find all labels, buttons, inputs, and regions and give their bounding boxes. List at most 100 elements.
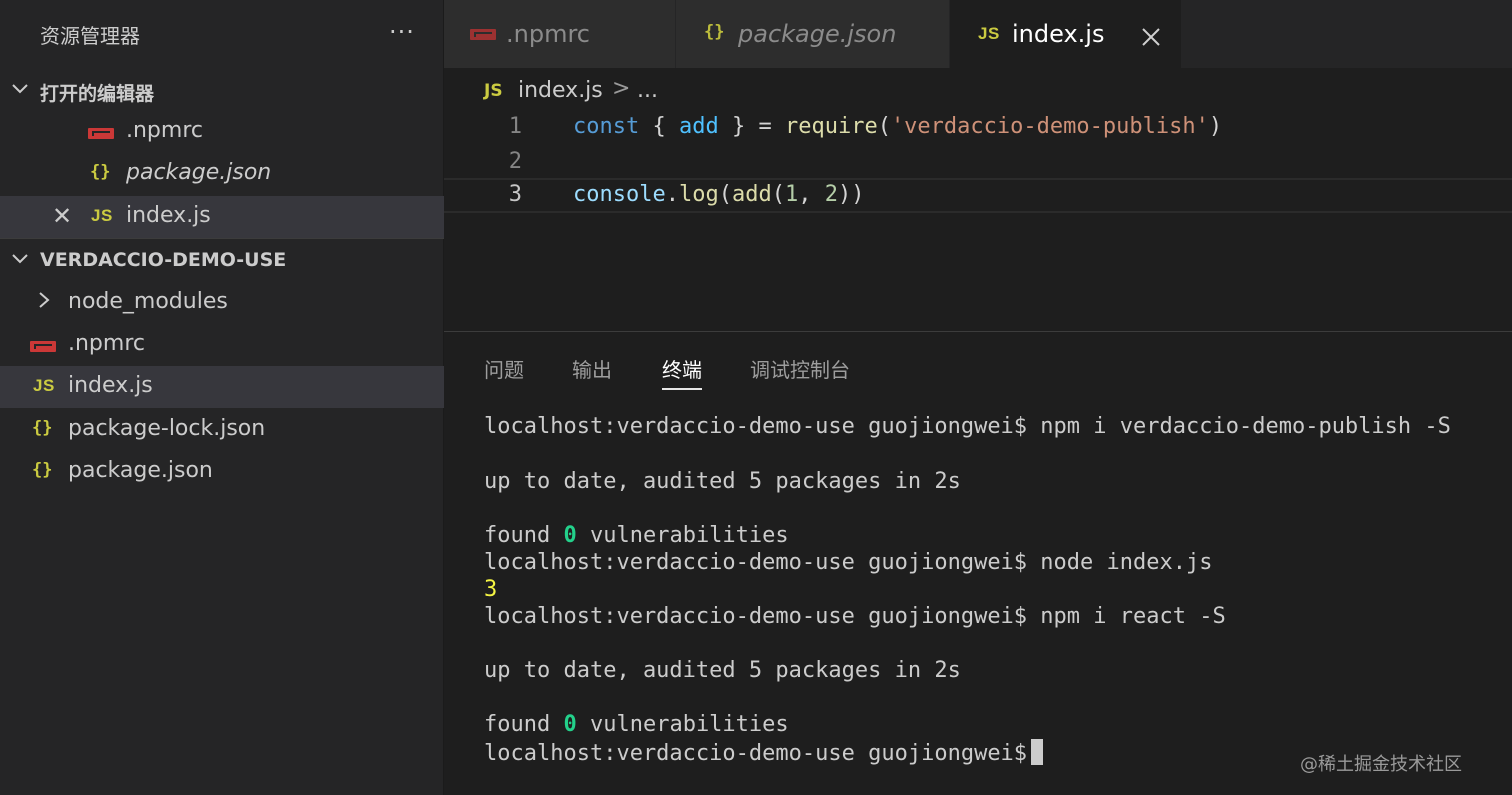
js-icon: JS [91, 206, 113, 225]
folder-label: node_modules [68, 289, 228, 314]
json-icon: {} [704, 22, 725, 42]
file-label: .npmrc [126, 118, 203, 143]
js-icon: JS [484, 81, 503, 101]
file-label: package.json [68, 458, 213, 483]
token-punct: ( [877, 114, 891, 139]
terminal-text: found [484, 523, 564, 548]
bottom-panel: 问题 输出 终端 调试控制台 localhost:verdaccio-demo-… [444, 331, 1512, 795]
npm-icon [88, 128, 114, 139]
close-icon[interactable] [1140, 16, 1162, 55]
json-icon: {} [32, 418, 53, 438]
token-punct: } = [718, 114, 785, 139]
tab-problems[interactable]: 问题 [484, 354, 524, 388]
token-punct: . [665, 182, 679, 207]
token-variable: add [678, 114, 719, 139]
editor-tab-bar: .npmrc {} package.json JS index.js [444, 0, 1512, 68]
tab-npmrc[interactable]: .npmrc [444, 0, 676, 68]
chevron-right-icon [36, 289, 52, 317]
tree-item-npmrc[interactable]: .npmrc [0, 324, 444, 366]
token-object: console [573, 182, 666, 207]
close-icon[interactable]: ✕ [52, 202, 72, 230]
npm-icon [30, 341, 56, 352]
token-punct: ( [771, 182, 785, 207]
token-keyword: const [573, 114, 640, 139]
npm-icon [470, 29, 496, 40]
breadcrumb-more[interactable]: ... [637, 78, 658, 103]
tree-item-node-modules[interactable]: node_modules [0, 282, 444, 324]
vscode-window: 资源管理器 ··· 打开的编辑器 .npmrc {} package.json … [0, 0, 1512, 795]
terminal-line: localhost:verdaccio-demo-use guojiongwei… [484, 414, 1451, 439]
token-function: log [678, 182, 719, 207]
chevron-down-icon [10, 248, 30, 273]
tab-package-json[interactable]: {} package.json [676, 0, 950, 68]
token-punct: ) [1208, 114, 1223, 139]
open-editor-item-npmrc[interactable]: .npmrc [0, 111, 444, 153]
file-label: .npmrc [68, 331, 145, 356]
token-function: add [731, 182, 772, 207]
js-icon: JS [33, 376, 55, 395]
code-editor[interactable]: JS index.js > ... 1 const { add } = requ… [444, 68, 1512, 331]
section-open-editors[interactable]: 打开的编辑器 [0, 70, 444, 110]
token-number: 2 [824, 182, 838, 207]
explorer-header: 资源管理器 ··· [0, 0, 444, 68]
terminal-text: vulnerabilities [576, 523, 789, 548]
chevron-down-icon [10, 78, 30, 103]
tab-label: .npmrc [506, 20, 590, 48]
file-label: index.js [126, 203, 211, 228]
code-line-1: 1 const { add } = require('verdaccio-dem… [444, 110, 1512, 145]
terminal-line: localhost:verdaccio-demo-use guojiongwei… [484, 604, 1226, 629]
token-number: 1 [784, 182, 799, 207]
tab-index-js[interactable]: JS index.js [950, 0, 1182, 68]
open-editor-item-package-json[interactable]: {} package.json [0, 153, 444, 195]
breadcrumb-file[interactable]: index.js [518, 78, 603, 103]
token-punct: , [798, 182, 825, 207]
terminal-cursor [1031, 739, 1044, 765]
token-string: 'verdaccio-demo-publish' [890, 114, 1209, 139]
json-icon: {} [90, 162, 111, 182]
line-number: 1 [508, 114, 522, 139]
code-line-3: 3 console.log(add(1, 2)) [444, 178, 1512, 213]
terminal-count: 0 [563, 523, 577, 548]
tab-label: package.json [738, 20, 897, 48]
tree-item-package-json[interactable]: {} package.json [0, 451, 444, 493]
tab-output[interactable]: 输出 [572, 354, 612, 388]
section-workspace[interactable]: VERDACCIO-DEMO-USE [0, 240, 444, 280]
js-icon: JS [978, 24, 1000, 43]
file-label: package-lock.json [68, 416, 266, 441]
terminal-text: found [484, 712, 564, 737]
section-label: 打开的编辑器 [40, 83, 155, 105]
token-punct: { [639, 114, 679, 139]
explorer-title: 资源管理器 [40, 24, 140, 48]
tab-debug-console[interactable]: 调试控制台 [750, 354, 850, 388]
token-function: require [784, 114, 878, 139]
explorer-sidebar: 资源管理器 ··· 打开的编辑器 .npmrc {} package.json … [0, 0, 444, 795]
tab-terminal[interactable]: 终端 [662, 354, 702, 390]
line-number: 3 [508, 182, 522, 207]
terminal-line: found 0 vulnerabilities [484, 712, 789, 737]
code-line-2: 2 [444, 145, 1512, 180]
open-editor-item-index-js[interactable]: ✕ JS index.js [0, 196, 444, 238]
terminal-output-value: 3 [484, 577, 498, 602]
tab-label: index.js [1012, 20, 1105, 48]
terminal-prompt-line: localhost:verdaccio-demo-use guojiongwei… [484, 739, 1044, 766]
section-divider [0, 238, 444, 239]
token-punct: ( [718, 182, 732, 207]
terminal-count: 0 [563, 712, 577, 737]
code-text: console.log(add(1, 2)) [573, 182, 864, 207]
tree-item-package-lock-json[interactable]: {} package-lock.json [0, 409, 444, 451]
terminal-line: up to date, audited 5 packages in 2s [484, 658, 961, 683]
section-label: VERDACCIO-DEMO-USE [40, 249, 287, 271]
tree-item-index-js[interactable]: JS index.js [0, 366, 444, 408]
code-text: const { add } = require('verdaccio-demo-… [573, 114, 1222, 139]
token-punct: )) [837, 182, 865, 207]
json-icon: {} [32, 460, 53, 480]
terminal-text: vulnerabilities [576, 712, 789, 737]
line-number: 2 [508, 149, 522, 174]
file-label: index.js [68, 373, 153, 398]
more-actions-icon[interactable]: ··· [382, 12, 422, 52]
terminal-line: found 0 vulnerabilities [484, 523, 789, 548]
file-label: package.json [126, 160, 272, 185]
chevron-right-icon: > [612, 76, 631, 101]
terminal-line: up to date, audited 5 packages in 2s [484, 469, 961, 494]
terminal-line: localhost:verdaccio-demo-use guojiongwei… [484, 550, 1213, 575]
